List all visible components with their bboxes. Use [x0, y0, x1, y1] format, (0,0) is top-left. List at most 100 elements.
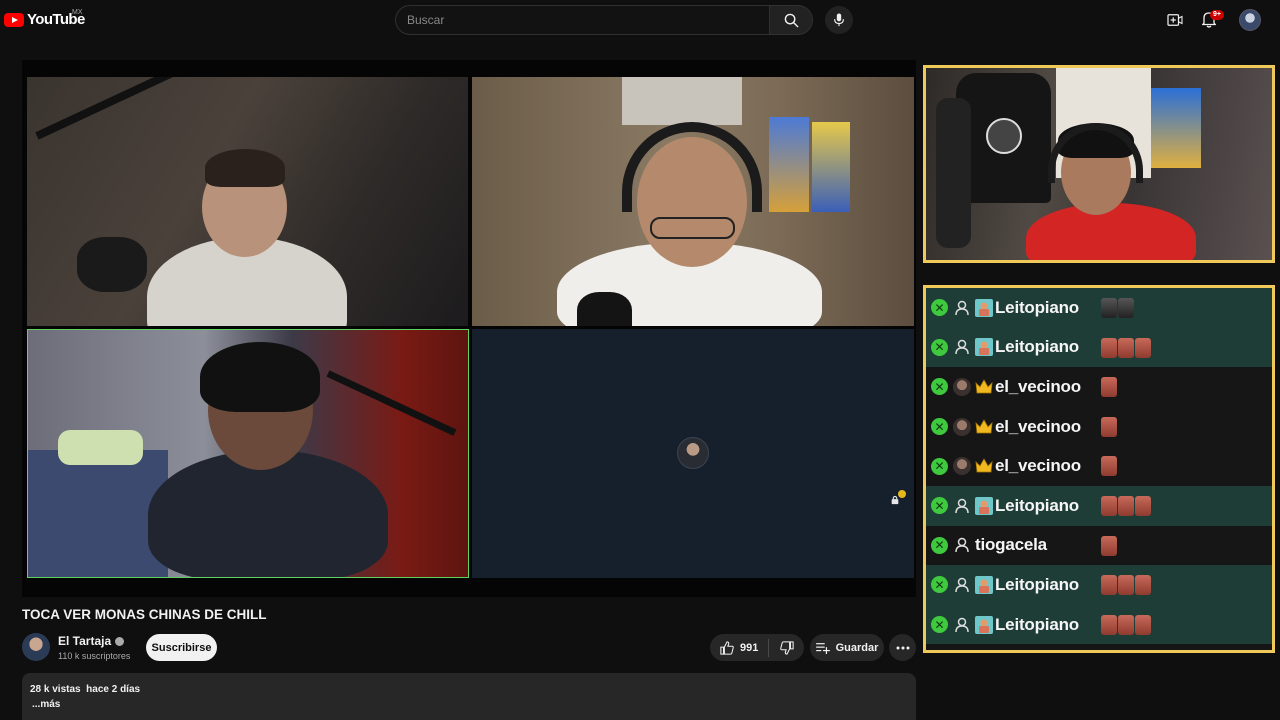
emote-group	[1101, 456, 1117, 477]
emote-icon	[1101, 337, 1117, 358]
chat-username: Leitopiano	[995, 495, 1079, 515]
participant-video-2	[472, 77, 914, 326]
save-button[interactable]: Guardar	[810, 634, 884, 661]
emote-icon	[1135, 614, 1151, 635]
x-badge-icon: ✕	[931, 457, 948, 475]
lock-badge	[898, 490, 906, 498]
crown-icon	[975, 418, 993, 436]
participant-video-3-active-speaker	[27, 329, 469, 578]
x-badge-icon: ✕	[931, 536, 948, 554]
verified-icon	[115, 636, 125, 646]
search-bar	[395, 5, 813, 35]
streamer-body	[1026, 203, 1196, 260]
person-icon	[953, 497, 971, 515]
chat-username: tiogacela	[975, 535, 1047, 555]
participant-video-4-camera-off	[472, 329, 914, 578]
emote-group	[1101, 614, 1151, 635]
emote-group	[1101, 298, 1134, 318]
x-badge-icon: ✕	[931, 497, 948, 515]
streamer-camera-panel	[923, 65, 1275, 263]
emote-icon	[1101, 298, 1117, 318]
participant-hair	[200, 342, 320, 412]
voice-search-button[interactable]	[825, 6, 853, 34]
channel-name[interactable]: El Tartaja	[58, 634, 111, 648]
youtube-logo-icon	[4, 12, 24, 27]
chat-username: Leitopiano	[995, 614, 1079, 634]
emote-icon	[1118, 614, 1134, 635]
search-button[interactable]	[769, 5, 813, 35]
more-actions-button[interactable]	[889, 634, 916, 661]
user-avatar-icon	[953, 377, 971, 396]
like-dislike-group: 991	[710, 634, 804, 661]
subscriber-badge-icon	[975, 615, 993, 634]
microphone	[577, 292, 632, 326]
like-icon	[720, 640, 734, 655]
show-more-link[interactable]: ...más	[32, 699, 60, 710]
chat-message: ✕ Leitopiano	[926, 288, 1272, 328]
subscribe-button[interactable]: Suscribirse	[146, 634, 217, 661]
more-icon	[896, 646, 909, 649]
participant-hair	[205, 149, 285, 187]
subscriber-badge-icon	[975, 338, 993, 357]
crown-icon	[975, 457, 993, 475]
account-avatar[interactable]	[1239, 9, 1261, 31]
x-badge-icon: ✕	[931, 299, 948, 317]
channel-avatar[interactable]	[22, 633, 50, 661]
save-playlist-icon	[815, 642, 830, 654]
chat-message: ✕ Leitopiano	[926, 485, 1272, 526]
video-player[interactable]	[22, 60, 916, 597]
emote-group	[1101, 495, 1151, 516]
emote-icon	[1101, 416, 1117, 437]
dislike-button[interactable]	[769, 634, 804, 661]
emote-icon	[1135, 575, 1151, 596]
mic-icon	[834, 13, 844, 27]
emote-group	[1101, 377, 1117, 398]
country-code: MX	[72, 9, 83, 16]
x-badge-icon: ✕	[931, 576, 948, 594]
poster-1	[769, 117, 809, 212]
create-icon	[1167, 14, 1183, 26]
views-and-date: 28 k vistas hace 2 días	[30, 684, 141, 695]
chat-message: ✕ el_vecinoo	[926, 406, 1272, 447]
microphone	[77, 237, 147, 292]
participant-video-1	[27, 77, 468, 326]
pillow	[58, 430, 143, 465]
notification-badge: 9+	[1210, 10, 1224, 20]
x-badge-icon: ✕	[931, 338, 948, 356]
emote-icon	[1101, 456, 1117, 477]
chat-overlay-panel: ✕ Leitopiano ✕ Leitopiano ✕ el_vecinoo ✕ el_vec…	[923, 285, 1275, 653]
person-icon	[953, 616, 971, 634]
chat-username: Leitopiano	[995, 574, 1079, 594]
save-label: Guardar	[835, 641, 879, 654]
emote-group	[1101, 535, 1117, 556]
headphones	[622, 122, 762, 212]
person-icon	[953, 576, 971, 594]
chat-username: Leitopiano	[995, 337, 1079, 357]
emote-icon	[1118, 298, 1134, 318]
user-avatar-icon	[953, 417, 971, 436]
search-input[interactable]	[395, 5, 770, 35]
user-avatar-icon	[953, 457, 971, 476]
person-icon	[953, 338, 971, 356]
channel-name-row[interactable]: El Tartaja	[58, 634, 125, 648]
chat-username: el_vecinoo	[995, 456, 1081, 476]
emote-icon	[1101, 495, 1117, 516]
emote-icon	[1135, 337, 1151, 358]
jacket-logo	[986, 118, 1022, 154]
microphone-arm	[326, 370, 457, 436]
shelf	[622, 77, 742, 125]
top-bar: YouTube MX 9+	[0, 0, 1280, 40]
like-button[interactable]: 991	[710, 634, 768, 661]
x-badge-icon: ✕	[931, 418, 948, 436]
x-badge-icon: ✕	[931, 378, 948, 396]
emote-group	[1101, 575, 1151, 596]
emote-group	[1101, 416, 1117, 437]
description-box[interactable]: 28 k vistas hace 2 días ...más	[22, 673, 916, 720]
x-badge-icon: ✕	[931, 616, 948, 634]
video-title: TOCA VER MONAS CHINAS DE CHILL	[22, 607, 267, 622]
crown-icon	[975, 378, 993, 396]
youtube-logo[interactable]: YouTube MX	[4, 9, 85, 28]
emote-icon	[1135, 495, 1151, 516]
chat-username: Leitopiano	[995, 297, 1079, 317]
create-button[interactable]	[1165, 10, 1185, 30]
